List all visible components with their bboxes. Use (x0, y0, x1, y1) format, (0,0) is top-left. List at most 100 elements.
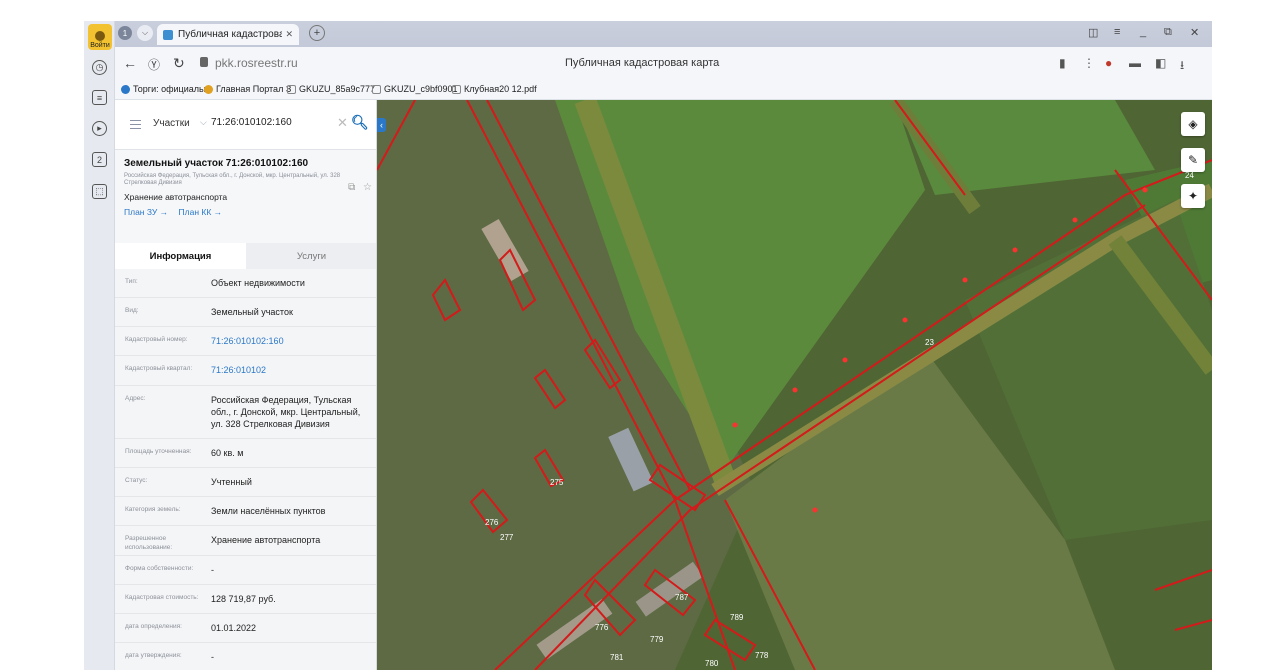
search-bar: Участки ⌵ 71:26:010102:160 ✕ 🔍︎ (115, 100, 376, 150)
close-tab-icon[interactable]: ✕ (285, 29, 293, 40)
bookmark-item[interactable]: Торги: официальн (121, 84, 209, 94)
ruler-icon[interactable]: ✎ (1181, 148, 1205, 172)
bookmark-item[interactable]: Главная Портал З (204, 84, 291, 94)
map-label: 276 (485, 518, 499, 527)
tab-services[interactable]: Услуги (246, 243, 376, 269)
page-content: 787 789 779 781 780 778 776 277 276 275 … (115, 100, 1212, 670)
restore-icon[interactable]: ⧉ (1164, 26, 1172, 39)
map-label: 787 (675, 593, 689, 602)
panel-tabs: Информация Услуги (115, 243, 376, 269)
lock-icon (200, 57, 208, 67)
tab-count-badge[interactable]: 1 (118, 26, 132, 40)
bookmark-panel-icon[interactable]: ◫ (1088, 26, 1098, 39)
bookmark-favicon-icon (204, 84, 213, 94)
attribute-value: Российская Федерация, Тульская обл., г. … (211, 394, 361, 429)
tab-information[interactable]: Информация (115, 243, 246, 269)
object-usage: Хранение автотранспорта (124, 192, 228, 203)
tabs-menu-icon[interactable]: ⌵ (137, 25, 153, 41)
chevron-down-icon[interactable]: ⌵ (200, 117, 207, 128)
attribute-key: Кадастровая стоимость: (125, 593, 199, 601)
copy-icon[interactable]: ⧉ (348, 182, 355, 193)
rail-badge[interactable]: 2 (92, 152, 107, 167)
attribute-key: Форма собственности: (125, 564, 194, 572)
menu-icon[interactable]: ≡ (1114, 26, 1120, 38)
object-address: Российская Федерация, Тульская обл., г. … (124, 173, 341, 187)
map-label: 789 (730, 613, 744, 622)
attribute-key: Категория земель: (125, 506, 181, 514)
tablet-icon[interactable]: ◧ (1155, 56, 1166, 70)
user-icon (95, 31, 105, 41)
favicon-icon (163, 29, 173, 40)
browser-window: Войти ◷ ≡ ▸ 2 ⬚ 1 ⌵ Публичная кадастрова… (84, 21, 1212, 670)
attribute-row: Тип: Объект недвижимости (115, 269, 376, 299)
attribute-value[interactable]: 71:26:010102 (211, 356, 376, 384)
map-label: 778 (755, 651, 769, 660)
attribute-value: - (211, 564, 214, 575)
attribute-value: Земли населённых пунктов (211, 506, 326, 517)
clear-icon[interactable]: ✕ (337, 115, 348, 131)
hamburger-icon[interactable] (130, 120, 141, 129)
hat-icon[interactable]: ▬ (1129, 56, 1141, 70)
plan-zu-link[interactable]: План ЗУ → (124, 207, 168, 217)
attribute-row: Вид: Земельный участок (115, 298, 376, 328)
plan-kk-link[interactable]: План КК → (179, 207, 223, 217)
info-panel: Участки ⌵ 71:26:010102:160 ✕ 🔍︎ Земельны… (115, 100, 377, 670)
bookmark-flag-icon[interactable]: ▮ (1059, 56, 1066, 70)
file-icon (287, 84, 296, 94)
more-icon[interactable]: ⋮ (1083, 56, 1095, 70)
attribute-row: Кадастровая стоимость: 128 719,87 руб. (115, 584, 376, 614)
attribute-list: Тип: Объект недвижимости Вид: Земельный уча… (115, 269, 376, 670)
attribute-row: Форма собственности: - (115, 555, 376, 585)
locate-icon[interactable]: ✦ (1181, 184, 1205, 208)
object-type-select[interactable]: Участки (153, 118, 190, 129)
bookmark-favicon-icon (121, 84, 130, 94)
bookmark-item[interactable]: GKUZU_85a9c777 (287, 84, 375, 94)
login-label: Войти (90, 42, 110, 49)
back-icon[interactable]: ← (123, 55, 137, 71)
minimize-icon[interactable]: _ (1140, 26, 1146, 38)
notes-icon[interactable]: ≡ (92, 90, 107, 105)
attribute-value: Земельный участок (211, 307, 293, 318)
page-title: Публичная кадастровая карта (565, 57, 720, 69)
map-label: 277 (500, 533, 514, 542)
layers-icon[interactable]: ◈ (1181, 112, 1205, 136)
tab-active[interactable]: Публичная кадастрова ✕ (157, 24, 299, 45)
bookmark-item[interactable]: Клубная20 12.pdf (452, 84, 537, 94)
attribute-row: Адрес: Российская Федерация, Тульская обл… (115, 385, 376, 439)
attribute-key: Кадастровый квартал: (125, 365, 193, 373)
downloads-icon[interactable]: ⬚ (92, 184, 107, 199)
collapse-panel-button[interactable]: ‹ (377, 118, 386, 132)
close-window-icon[interactable]: ✕ (1190, 26, 1199, 39)
map-label: 24 (1185, 171, 1194, 180)
play-icon[interactable]: ▸ (92, 121, 107, 136)
new-tab-icon[interactable]: + (309, 25, 325, 41)
search-input[interactable]: 71:26:010102:160 (211, 117, 292, 128)
search-icon[interactable]: 🔍︎ (351, 114, 369, 131)
attribute-value[interactable]: 71:26:010102:160 (211, 327, 376, 355)
attribute-value: 128 719,87 руб. (211, 593, 276, 604)
map-label: 275 (550, 478, 564, 487)
tab-title: Публичная кадастрова (178, 29, 283, 40)
attribute-row: Кадастровый номер: 71:26:010102:160 (115, 327, 376, 357)
tab-strip: 1 ⌵ Публичная кадастрова ✕ + ◫ ≡ _ ⧉ ✕ (115, 21, 1212, 47)
attribute-key: Статус: (125, 477, 148, 485)
attribute-row: Кадастровый квартал: 71:26:010102 (115, 356, 376, 386)
history-icon[interactable]: ◷ (92, 60, 107, 75)
attribute-key: Разрешенное использование: (125, 535, 173, 551)
map-label: 780 (705, 659, 719, 668)
bookmark-item[interactable]: GKUZU_c9bf0901 (372, 84, 458, 94)
download-icon[interactable]: ⭳ (1180, 56, 1184, 77)
attribute-row: Площадь уточненная: 60 кв. м (115, 438, 376, 469)
side-rail: Войти ◷ ≡ ▸ 2 ⬚ (84, 21, 115, 670)
url-field[interactable]: pkk.rosreestr.ru (215, 56, 298, 70)
extension-icon[interactable]: ● (1105, 56, 1112, 70)
attribute-row: Статус: Учтенный (115, 468, 376, 498)
login-button[interactable]: Войти (88, 24, 112, 50)
star-icon[interactable]: ☆ (363, 182, 372, 193)
attribute-value: - (211, 651, 214, 662)
yandex-icon[interactable]: Ⓨ (148, 56, 160, 73)
attribute-value: 60 кв. м (211, 447, 244, 458)
attribute-key: Тип: (125, 278, 138, 285)
reload-icon[interactable]: ↻ (173, 55, 185, 72)
attribute-value: Учтенный (211, 477, 252, 488)
